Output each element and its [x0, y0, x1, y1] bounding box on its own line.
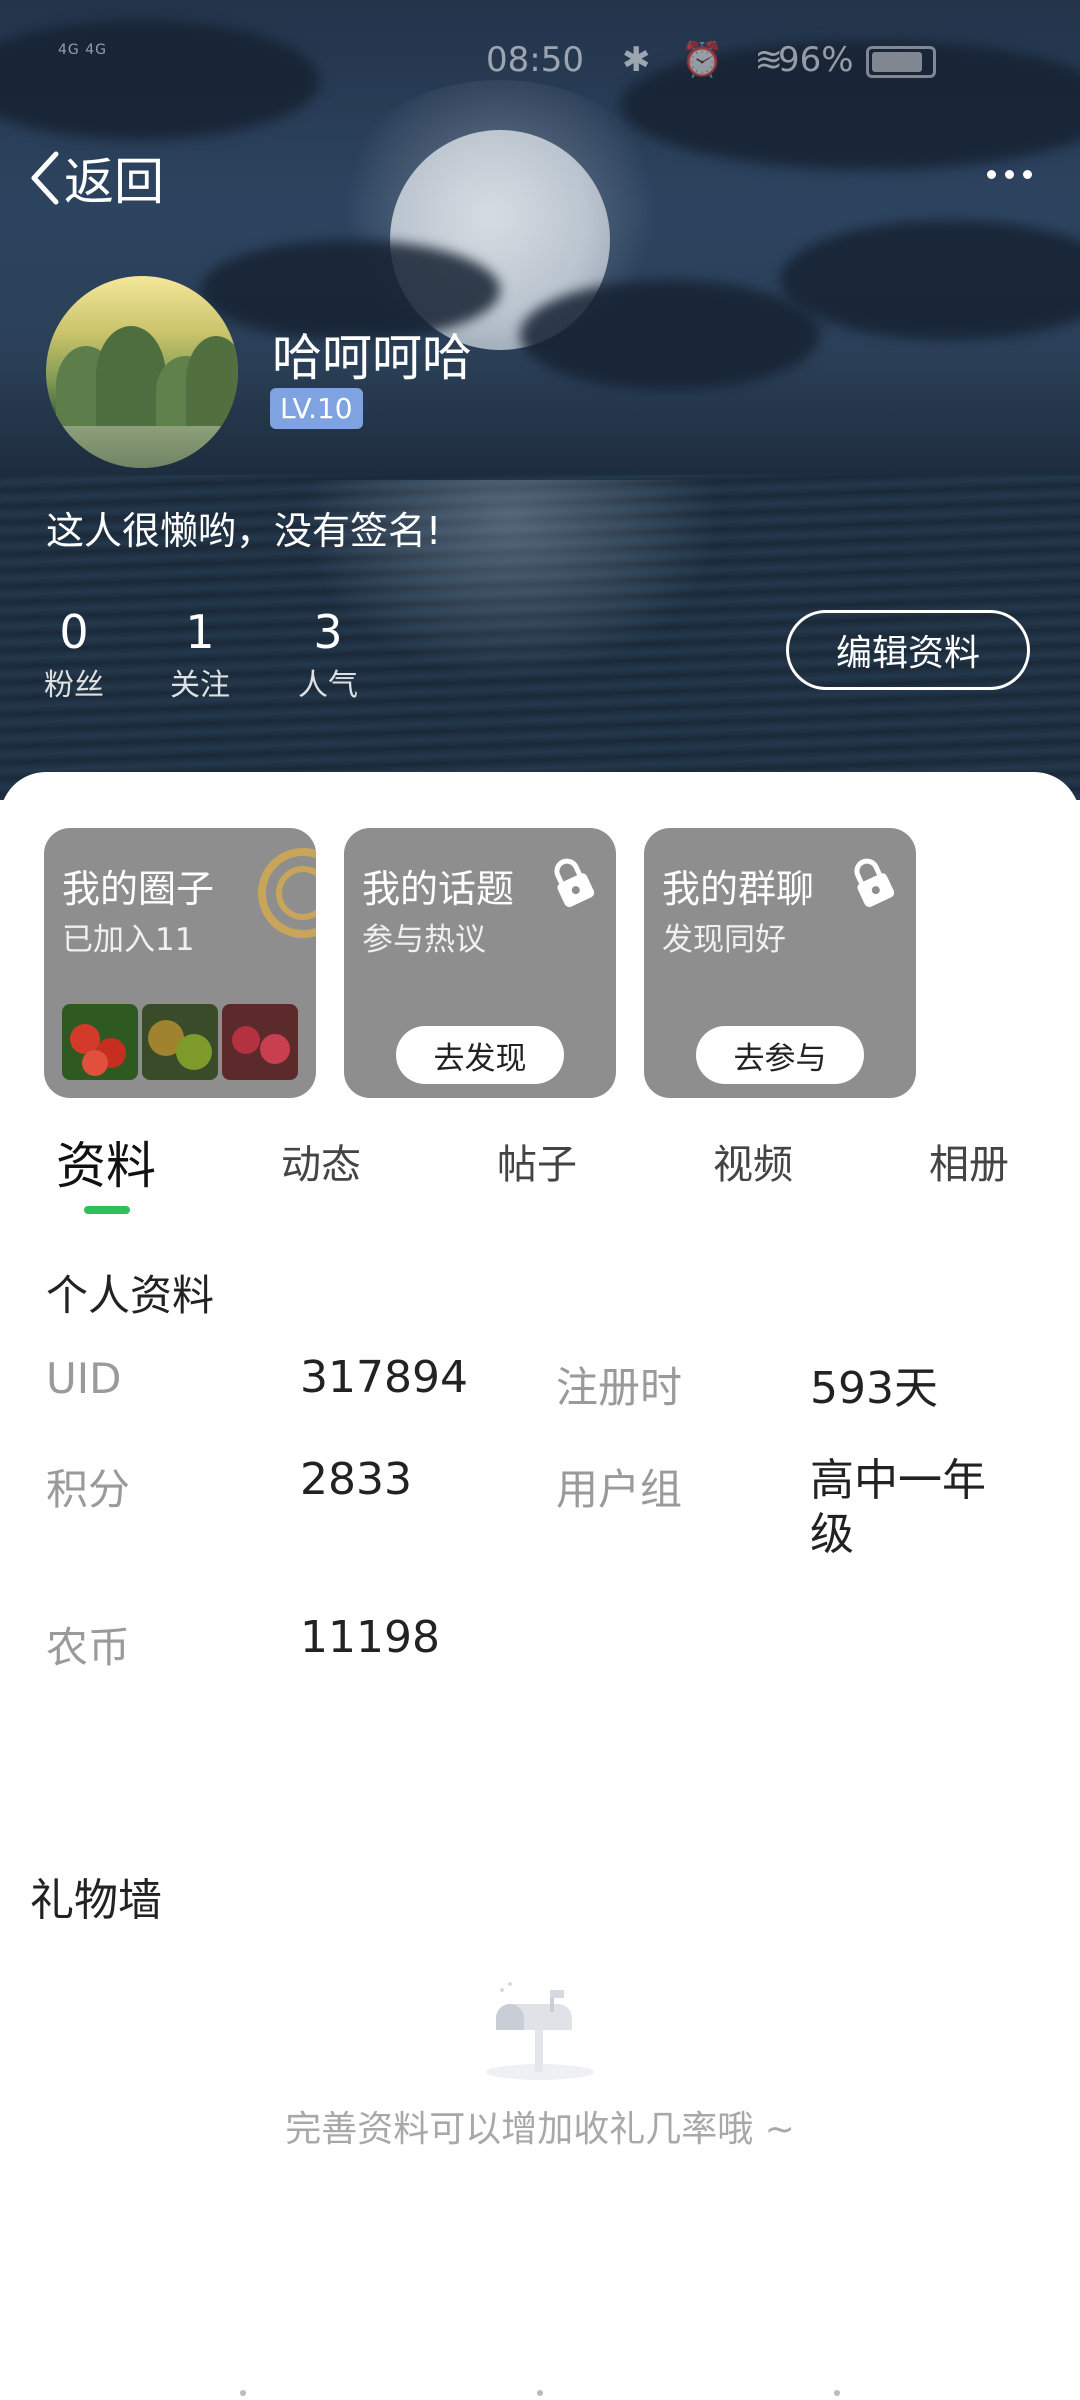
- stat-value: 0: [59, 605, 89, 659]
- info-label-uid: UID: [46, 1354, 122, 1403]
- info-value-usergroup: 高中一年级: [810, 1455, 986, 1560]
- stat-following[interactable]: 1 关注: [170, 604, 230, 704]
- more-options-icon[interactable]: [987, 170, 1032, 179]
- stat-fans[interactable]: 0 粉丝: [44, 604, 104, 704]
- card-my-topics[interactable]: 我的话题 参与热议 去发现: [344, 828, 616, 1098]
- info-value-coins: 11198: [300, 1612, 440, 1663]
- tab-activity[interactable]: 动态: [281, 1132, 361, 1190]
- card-my-groups[interactable]: 我的群聊 发现同好 去参与: [644, 828, 916, 1098]
- empty-mailbox-icon: [486, 1982, 594, 2080]
- status-time: 08:50: [486, 40, 584, 80]
- card-subtitle: 发现同好: [662, 922, 786, 958]
- tab-posts[interactable]: 帖子: [497, 1132, 577, 1190]
- stat-label: 人气: [298, 668, 358, 703]
- battery-icon: [866, 46, 936, 78]
- circle-thumbnail[interactable]: [62, 1004, 138, 1080]
- username: 哈呵呵哈: [272, 329, 472, 387]
- status-bar: 4G 4G 08:50 ✱ ⏰ ≋ 96%: [0, 40, 1080, 80]
- section-title-profile: 个人资料: [46, 1271, 215, 1320]
- card-title: 我的群聊: [662, 867, 815, 911]
- nav-indicator: [834, 2390, 840, 2396]
- signal-icon: 4G 4G: [58, 42, 107, 58]
- info-label-usergroup: 用户组: [556, 1465, 683, 1514]
- stat-value: 3: [313, 605, 343, 659]
- level-badge: LV.10: [270, 388, 363, 429]
- info-label-coins: 农币: [46, 1623, 131, 1672]
- info-value-register: 593天: [810, 1363, 938, 1414]
- battery-percentage: 96%: [778, 40, 854, 80]
- card-title: 我的话题: [362, 867, 515, 911]
- stat-label: 粉丝: [44, 668, 104, 703]
- section-title-gifts: 礼物墙: [30, 1875, 162, 1926]
- stat-label: 关注: [170, 668, 230, 703]
- discover-button[interactable]: 去发现: [396, 1026, 564, 1084]
- gift-empty-message: 完善资料可以增加收礼几率哦 ~: [285, 2109, 795, 2150]
- status-icons: ✱ ⏰ ≋: [622, 40, 793, 80]
- tab-indicator: [84, 1206, 130, 1214]
- stat-value: 1: [185, 605, 215, 659]
- join-button[interactable]: 去参与: [696, 1026, 864, 1084]
- tab-album[interactable]: 相册: [929, 1132, 1009, 1190]
- nav-indicator: [537, 2390, 543, 2396]
- card-subtitle: 已加入11: [62, 922, 195, 958]
- info-label-points: 积分: [46, 1465, 131, 1514]
- avatar[interactable]: [46, 276, 238, 468]
- lock-icon: [554, 858, 595, 908]
- info-value-uid: 317894: [300, 1352, 468, 1403]
- info-value-points: 2833: [300, 1454, 412, 1505]
- back-label: 返回: [64, 153, 164, 211]
- card-title: 我的圈子: [62, 867, 215, 911]
- edit-profile-button[interactable]: 编辑资料: [786, 610, 1030, 690]
- back-button[interactable]: 返回: [28, 148, 164, 211]
- signature: 这人很懒哟，没有签名!: [46, 509, 442, 553]
- nav-indicator: [240, 2390, 246, 2396]
- chevron-left-icon: [31, 151, 59, 205]
- lock-icon: [854, 858, 895, 908]
- circle-thumbnail[interactable]: [142, 1004, 218, 1080]
- circle-thumbnail[interactable]: [222, 1004, 298, 1080]
- stat-popularity[interactable]: 3 人气: [298, 604, 358, 704]
- tab-videos[interactable]: 视频: [713, 1132, 793, 1190]
- card-my-circles[interactable]: 我的圈子 已加入11: [44, 828, 316, 1098]
- card-subtitle: 参与热议: [362, 922, 486, 958]
- info-label-register: 注册时: [556, 1363, 683, 1412]
- tab-profile[interactable]: 资料: [56, 1126, 156, 1198]
